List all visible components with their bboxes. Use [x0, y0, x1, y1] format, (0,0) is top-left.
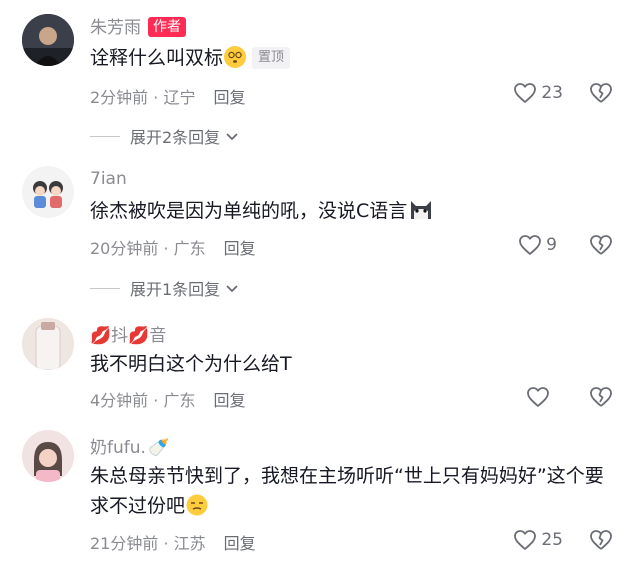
comment-text-body: 诠释什么叫双标: [90, 47, 224, 69]
expand-replies-label[interactable]: 展开2条回复: [130, 124, 220, 148]
dislike-button[interactable]: [589, 234, 613, 260]
baby-bottle-emoji-icon: 🍼: [147, 438, 170, 458]
comment-meta: 20分钟前 · 广东 回复: [90, 239, 256, 258]
reply-button[interactable]: 回复: [224, 534, 256, 553]
broken-heart-icon: [590, 387, 612, 407]
smug-face-emoji-icon: [186, 494, 208, 516]
broken-heart-icon: [590, 83, 612, 103]
reply-button[interactable]: 回复: [213, 88, 245, 107]
comment-meta: 4分钟前 · 广东 回复: [90, 391, 246, 410]
comment-meta: 2分钟前 · 辽宁 回复: [90, 88, 246, 107]
timestamp: 20分钟前: [90, 239, 159, 258]
username[interactable]: 朱芳雨 作者: [90, 13, 186, 38]
heart-icon: [527, 387, 549, 407]
timestamp: 2分钟前: [90, 88, 149, 107]
like-button[interactable]: 25: [513, 529, 563, 551]
username-text[interactable]: 朱芳雨: [90, 18, 141, 38]
broken-heart-icon: [590, 530, 612, 550]
username-text[interactable]: 抖: [111, 326, 128, 346]
like-count: 23: [541, 83, 563, 103]
expand-replies-button[interactable]: 展开1条回复: [90, 276, 240, 300]
like-button[interactable]: 23: [513, 82, 563, 104]
cat-face-emoji-icon: [408, 197, 434, 223]
chevron-down-icon: [226, 133, 238, 141]
like-count: 25: [541, 530, 563, 550]
heart-icon: [519, 235, 542, 255]
reply-button[interactable]: 回复: [224, 239, 256, 258]
divider-line: [90, 287, 120, 289]
dislike-button[interactable]: [589, 529, 613, 555]
lips-emoji-icon: 💋: [128, 326, 150, 346]
pinned-badge: 置顶: [252, 47, 291, 69]
comment-text: 我不明白这个为什么给T: [90, 353, 292, 375]
lips-emoji-icon: 💋: [90, 326, 112, 346]
timestamp: 4分钟前: [90, 391, 149, 410]
dislike-button[interactable]: [589, 386, 613, 412]
broken-heart-icon: [590, 235, 612, 255]
comment-text: 徐杰被吹是因为单纯的吼，没说C语言: [90, 196, 617, 226]
username-text[interactable]: 奶fufu.: [90, 438, 146, 458]
location: 广东: [163, 391, 196, 410]
username[interactable]: 💋抖💋音: [90, 321, 166, 346]
comment-text-body: 朱总母亲节快到了，我想在主场听听“世上只有妈妈好”这个要求不过份吧: [90, 465, 604, 517]
username[interactable]: 7ian: [90, 169, 127, 189]
username[interactable]: 奶fufu. 🍼: [90, 433, 169, 458]
expand-replies-button[interactable]: 展开2条回复: [90, 124, 240, 148]
heart-icon: [514, 83, 537, 103]
like-button[interactable]: [526, 386, 554, 408]
location: 江苏: [173, 534, 206, 553]
dizzy-face-emoji-icon: [224, 46, 247, 68]
expand-replies-label[interactable]: 展开1条回复: [130, 276, 220, 300]
comment-text: 诠释什么叫双标 置顶: [90, 43, 617, 73]
reply-button[interactable]: 回复: [213, 391, 245, 410]
username-suffix[interactable]: 音: [149, 326, 166, 346]
location: 辽宁: [163, 88, 196, 107]
comment-text-body: 徐杰被吹是因为单纯的吼，没说C语言: [90, 200, 408, 222]
author-badge: 作者: [148, 17, 186, 37]
like-button[interactable]: 9: [518, 234, 557, 256]
chevron-down-icon: [226, 285, 238, 293]
comment-text: 朱总母亲节快到了，我想在主场听听“世上只有妈妈好”这个要求不过份吧: [90, 461, 617, 521]
location: 广东: [173, 239, 206, 258]
avatar[interactable]: [22, 430, 74, 482]
avatar[interactable]: [22, 14, 74, 66]
timestamp: 21分钟前: [90, 534, 159, 553]
avatar[interactable]: [22, 318, 74, 370]
divider-line: [90, 135, 120, 137]
dislike-button[interactable]: [589, 82, 613, 108]
comment-meta: 21分钟前 · 江苏 回复: [90, 534, 256, 553]
avatar[interactable]: [22, 166, 74, 218]
like-count: 9: [546, 235, 557, 255]
heart-icon: [514, 530, 537, 550]
